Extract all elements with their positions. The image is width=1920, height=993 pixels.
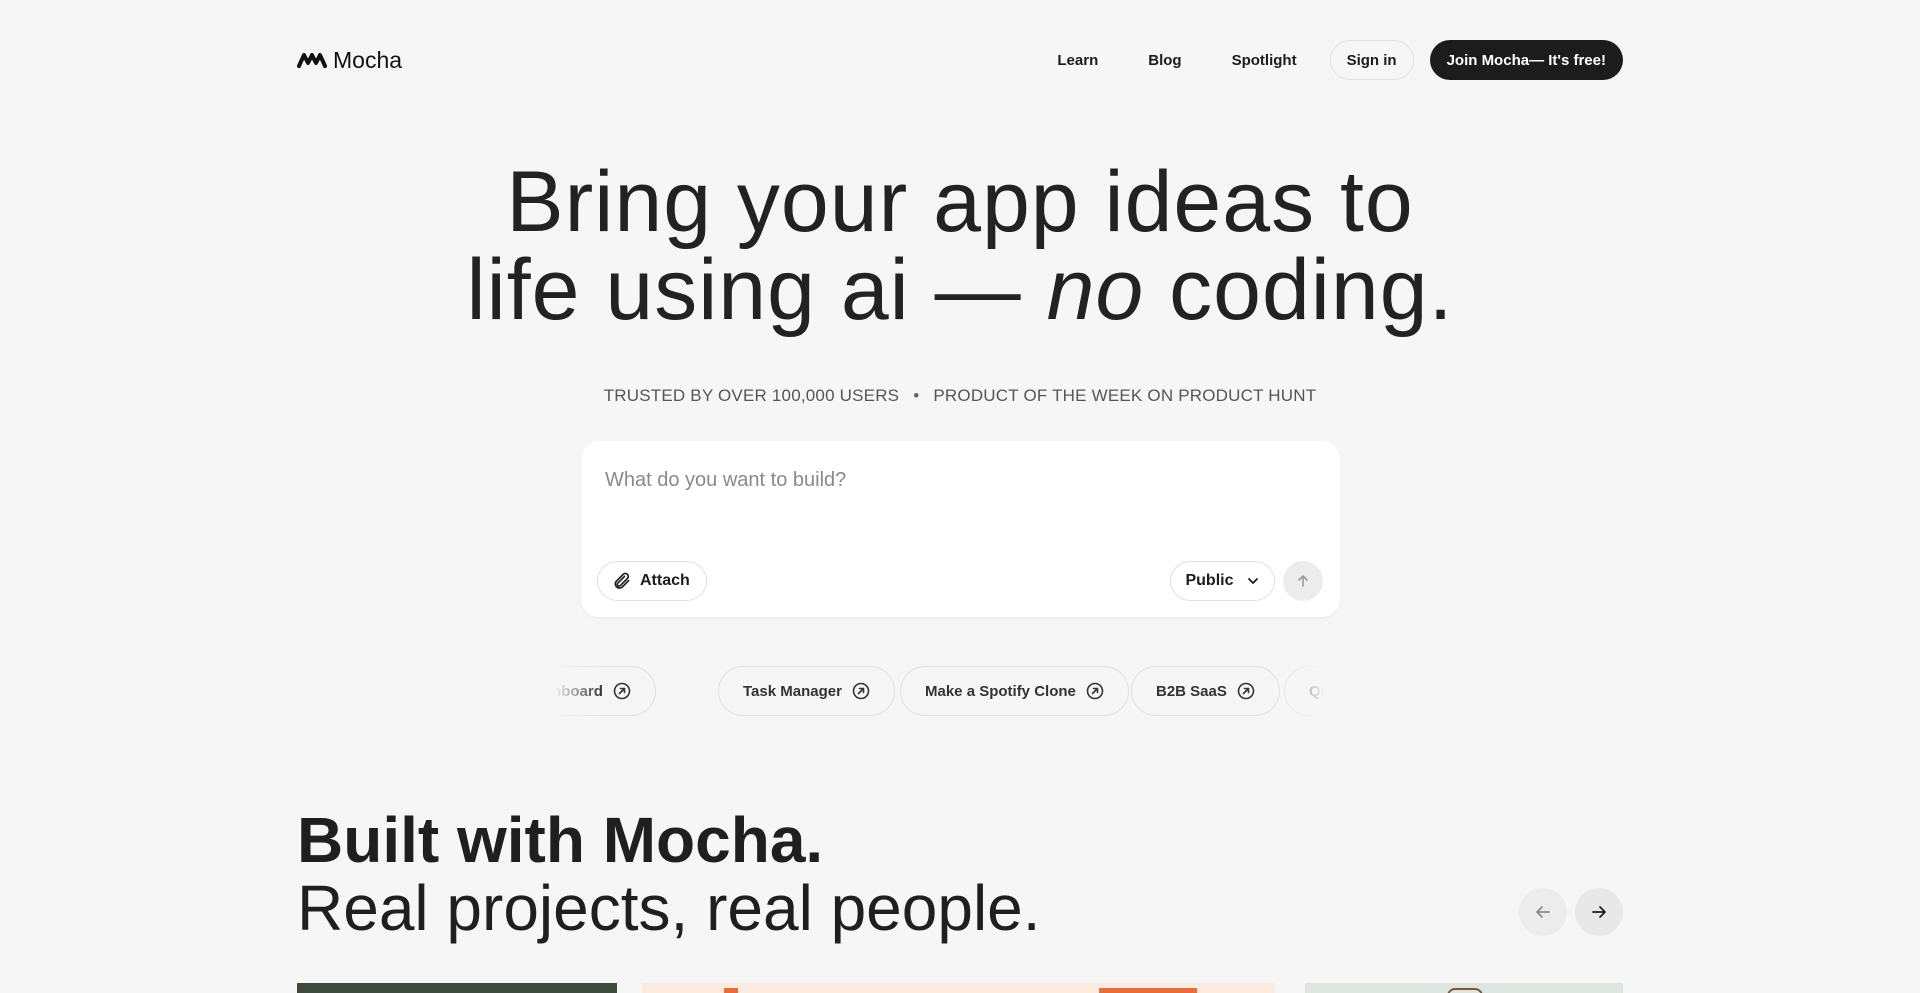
trust-award: PRODUCT OF THE WEEK ON PRODUCT HUNT: [933, 386, 1317, 405]
attach-label: Attach: [640, 572, 690, 589]
chip-label: Make a Spotify Clone: [925, 682, 1076, 700]
hero-heading: Bring your app ideas to life using ai — …: [0, 158, 1920, 334]
nav-spotlight[interactable]: Spotlight: [1232, 52, 1297, 69]
attach-button[interactable]: Attach: [597, 561, 707, 601]
chevron-down-icon: [1247, 578, 1258, 584]
chip-label: Task Manager: [743, 682, 842, 700]
carousel-next-button[interactable]: [1575, 888, 1623, 936]
arrow-up-right-circle-icon: [1086, 682, 1104, 700]
project-card-2-detail: [724, 988, 738, 993]
arrow-up-right-circle-icon: [852, 682, 870, 700]
prompt-input[interactable]: [605, 465, 1305, 495]
sign-in-button[interactable]: Sign in: [1329, 40, 1414, 80]
suggestion-chip-task-manager[interactable]: Task Manager: [718, 666, 895, 716]
hero-line-2-end: coding.: [1144, 242, 1454, 338]
trust-users: TRUSTED BY OVER 100,000 USERS: [603, 386, 900, 405]
project-card-1[interactable]: [297, 983, 617, 993]
suggestion-chips: Tracker Dashboard Task Manager Make a Sp…: [542, 666, 1342, 718]
arrow-up-right-circle-icon: [613, 682, 631, 700]
logo-text: Mocha: [333, 46, 403, 73]
top-nav: Mocha Learn Blog Spotlight Sign in Join …: [297, 40, 1623, 80]
arrow-up-icon: [1298, 575, 1308, 587]
suggestion-chip-dashboard[interactable]: Tracker Dashboard: [542, 666, 656, 716]
mocha-logo-icon: [297, 53, 327, 68]
prompt-box: Attach Public: [581, 441, 1340, 617]
trust-line: TRUSTED BY OVER 100,000 USERS • PRODUCT OF…: [0, 386, 1920, 406]
join-button[interactable]: Join Mocha— It's free!: [1429, 40, 1623, 80]
suggestion-chip-b2b-saas[interactable]: B2B SaaS: [1131, 666, 1280, 716]
carousel-prev-button[interactable]: [1519, 888, 1567, 936]
chip-label: Tracker Dashboard: [542, 682, 603, 700]
showcase-title-line-1: Built with Mocha.: [297, 804, 824, 876]
visibility-value: Public: [1185, 572, 1234, 589]
showcase-heading: Built with Mocha. Real projects, real pe…: [297, 806, 1041, 942]
project-card-2-accent: [1099, 988, 1197, 993]
visibility-select[interactable]: Public: [1170, 561, 1275, 601]
suggestion-chip-quiz[interactable]: Quiz Generator: [1284, 666, 1342, 716]
send-button[interactable]: [1283, 561, 1323, 601]
hero-line-2-emphasis: no: [1046, 242, 1145, 338]
nav-blog[interactable]: Blog: [1148, 52, 1181, 69]
chip-label: Quiz Generator: [1309, 682, 1342, 700]
logo[interactable]: Mocha: [297, 47, 402, 74]
nav-links: Learn Blog Spotlight Sign in Join Mocha—…: [1057, 40, 1623, 80]
hero-line-2: life using ai — no coding.: [0, 246, 1920, 334]
arrow-right-icon: [1592, 906, 1606, 918]
suggestion-chip-spotify-clone[interactable]: Make a Spotify Clone: [900, 666, 1129, 716]
hero-line-2-start: life using ai —: [466, 242, 1047, 338]
project-card-3-avatar: [1447, 988, 1483, 993]
arrow-up-right-circle-icon: [1237, 682, 1255, 700]
hero-line-1: Bring your app ideas to: [506, 154, 1414, 250]
arrow-left-icon: [1536, 906, 1550, 918]
paperclip-icon: [614, 572, 630, 589]
trust-separator: •: [913, 386, 920, 405]
showcase-title-line-2: Real projects, real people.: [297, 872, 1041, 944]
chip-label: B2B SaaS: [1156, 682, 1227, 700]
nav-learn[interactable]: Learn: [1057, 52, 1098, 69]
